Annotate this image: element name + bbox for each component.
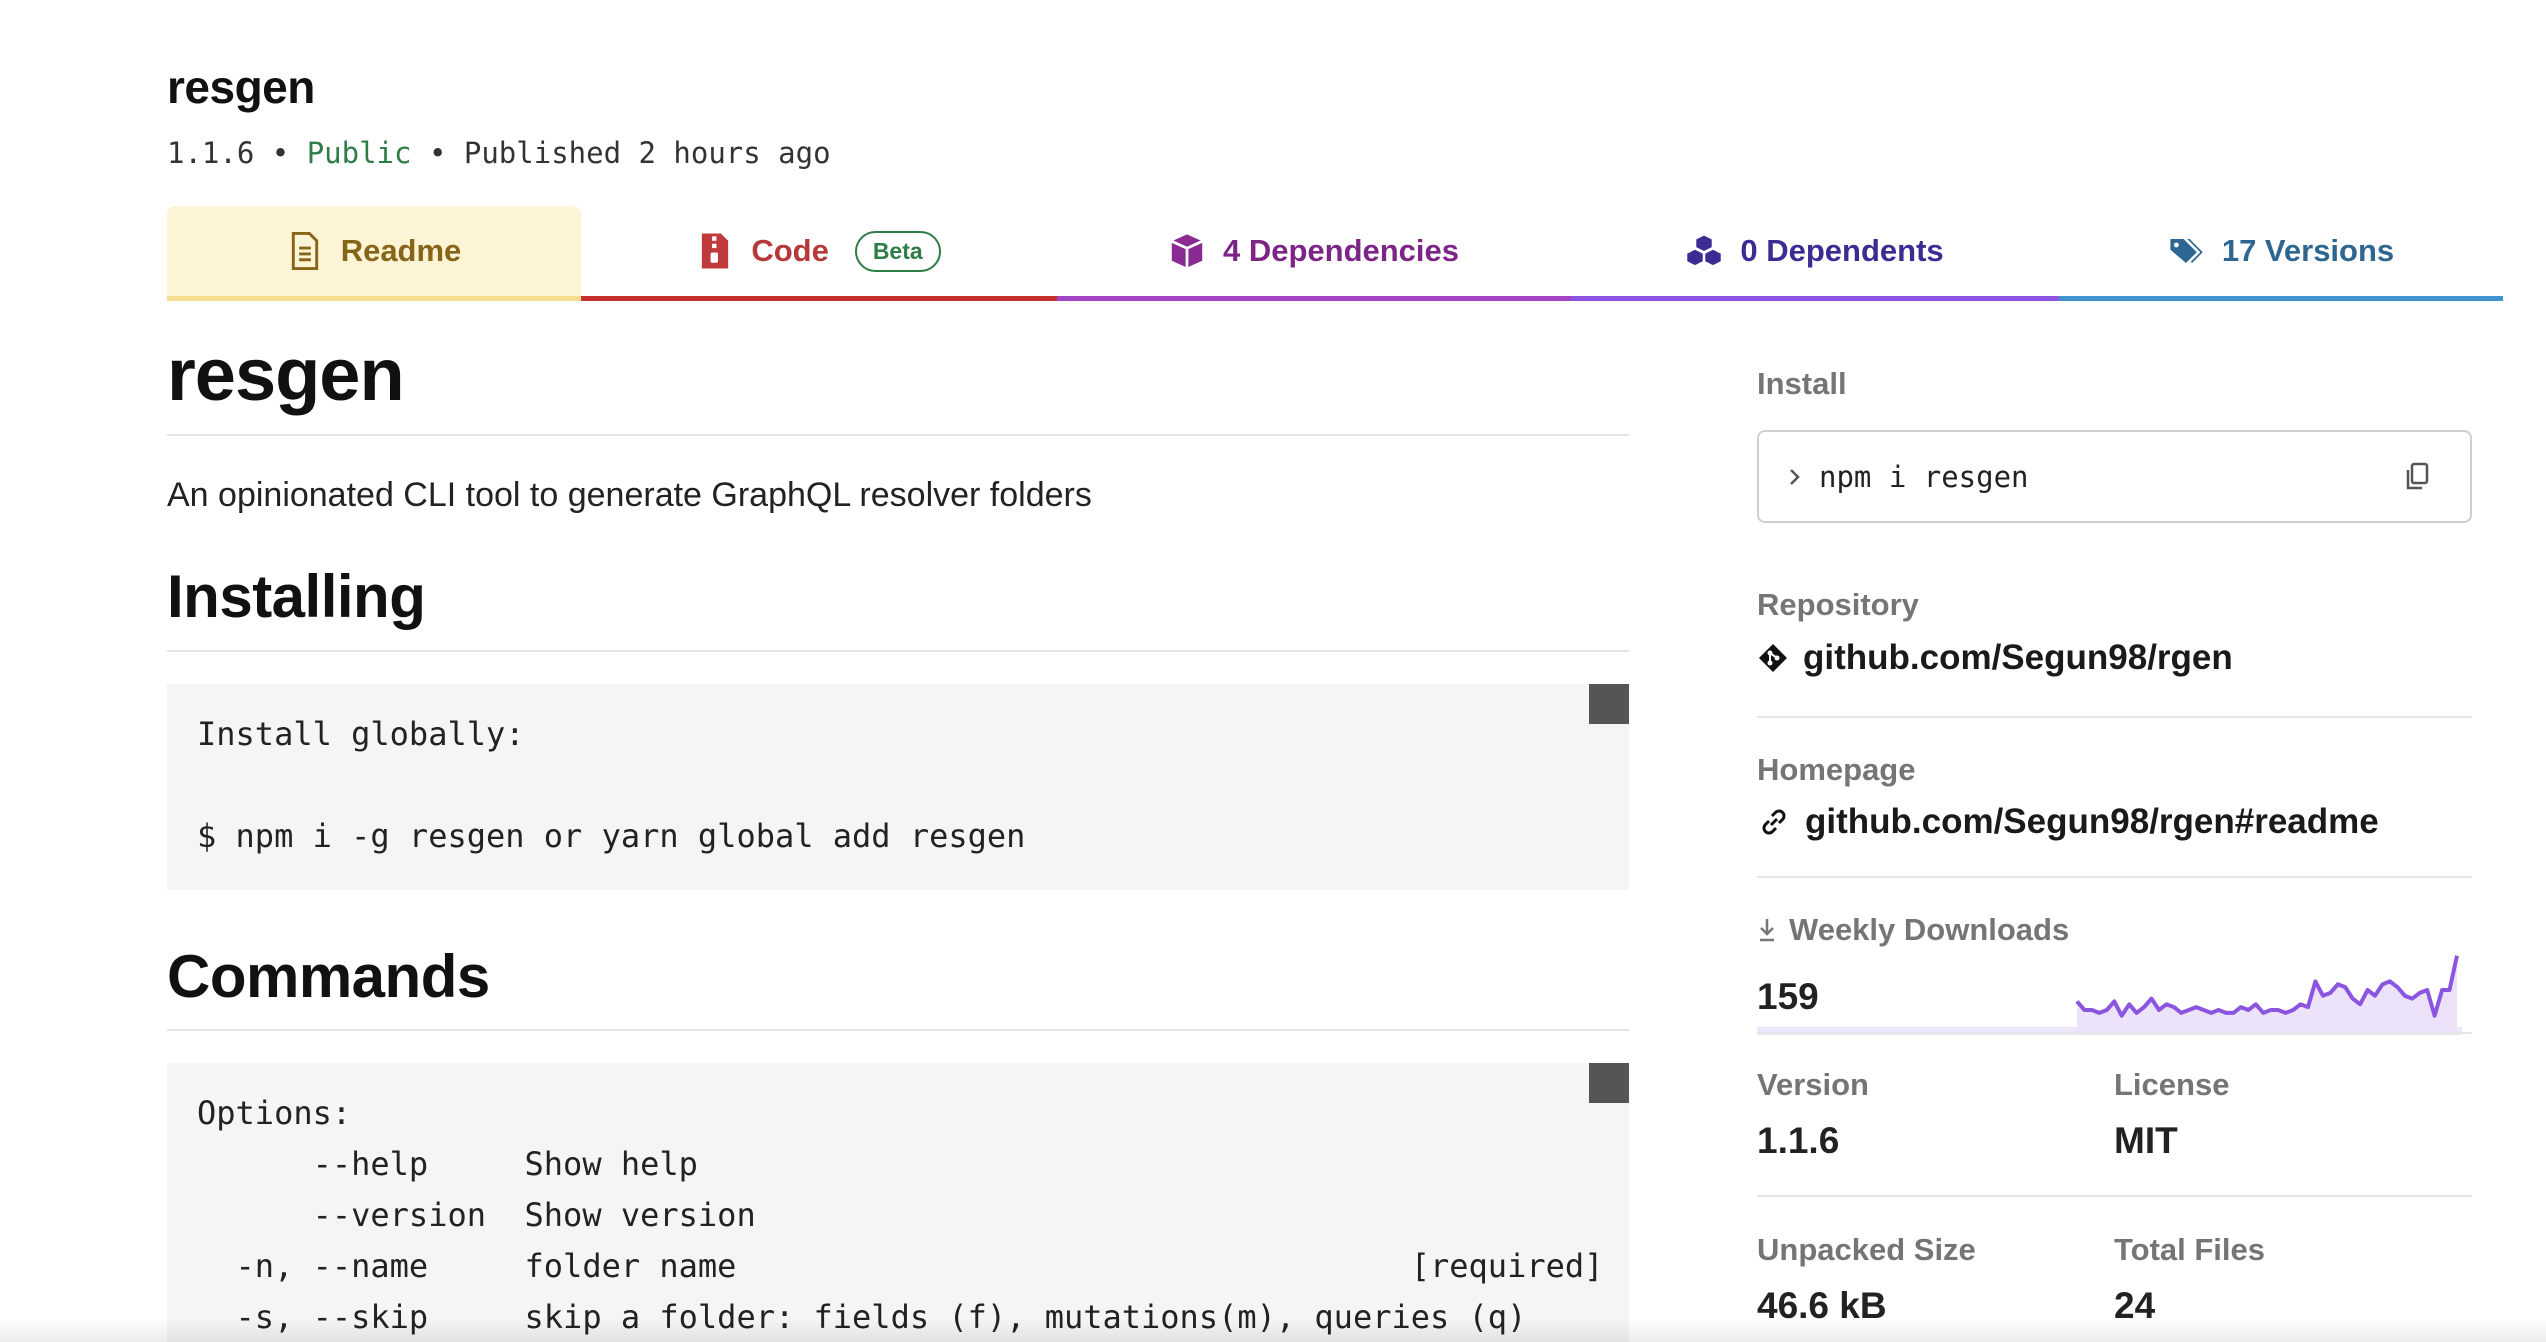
zip-file-icon [702, 233, 729, 269]
version-value: 1.1.6 [1757, 1120, 1840, 1161]
npm-package-page: resgen 1.1.6 • Public • Published 2 hour… [0, 0, 2546, 1342]
divider [1757, 716, 2472, 718]
package-meta: 1.1.6 • Public • Published 2 hours ago [167, 136, 831, 170]
git-icon [1759, 644, 1787, 672]
version-label: Version [1757, 1067, 1869, 1102]
tab-versions[interactable]: 17 Versions [2059, 206, 2503, 301]
package-name: resgen [167, 61, 315, 113]
divider [167, 434, 1629, 436]
install-command-box[interactable]: npm i resgen [1757, 430, 2472, 523]
install-command: npm i resgen [1819, 459, 2029, 494]
unpacked-size-label: Unpacked Size [1757, 1232, 1976, 1267]
weekly-downloads-label: Weekly Downloads [1789, 912, 2070, 947]
sparkline-area [2077, 955, 2457, 1035]
heading-commands: Commands [167, 943, 490, 1010]
homepage-url: github.com/Segun98/rgen#readme [1805, 802, 2379, 841]
package-tabs: Readme Code Beta 4 Dependencies 0 Depend… [167, 206, 2503, 301]
tab-readme[interactable]: Readme [167, 206, 581, 301]
install-code: Install globally: $ npm i -g resgen or y… [197, 715, 1026, 855]
boxes-icon [1687, 235, 1722, 266]
heading-installing: Installing [167, 563, 426, 630]
tab-code-label: Code [751, 233, 829, 268]
divider [1757, 1032, 2472, 1034]
meta-separator: • [428, 136, 447, 170]
divider [167, 650, 1629, 652]
divider [167, 1029, 1629, 1031]
divider [1757, 876, 2472, 878]
license-value: MIT [2114, 1120, 2178, 1161]
tab-dependencies-label: 4 Dependencies [1222, 233, 1460, 268]
link-icon [1762, 809, 1786, 835]
prompt-chevron-icon [1790, 468, 1800, 485]
repository-url: github.com/Segun98/rgen [1803, 638, 2233, 677]
tab-versions-label: 17 Versions [2221, 233, 2395, 268]
repository-label: Repository [1757, 587, 1919, 622]
tab-dependents-label: 0 Dependents [1740, 233, 1944, 268]
homepage-label: Homepage [1757, 752, 1916, 787]
tags-icon [2170, 239, 2203, 263]
weekly-downloads-header: Weekly Downloads [1757, 912, 2069, 948]
visibility-badge: Public [306, 136, 412, 170]
commands-code: Options: --help Show help --version Show… [197, 1094, 1604, 1336]
divider [1757, 1195, 2472, 1197]
document-icon [291, 232, 318, 270]
install-code-block: Install globally: $ npm i -g resgen or y… [167, 684, 1629, 890]
tab-dependents[interactable]: 0 Dependents [1571, 206, 2059, 301]
commands-code-block: Options: --help Show help --version Show… [167, 1063, 1629, 1342]
readme-title: resgen [167, 333, 405, 416]
package-version: 1.1.6 [167, 136, 255, 170]
license-label: License [2114, 1067, 2230, 1102]
meta-separator: • [271, 136, 290, 170]
repository-link[interactable]: github.com/Segun98/rgen [1757, 638, 2233, 678]
tab-code[interactable]: Code Beta [581, 206, 1057, 301]
tab-dependencies[interactable]: 4 Dependencies [1057, 206, 1571, 301]
copy-icon[interactable] [2404, 462, 2430, 492]
copy-code-button[interactable] [1589, 684, 1629, 724]
install-label: Install [1757, 366, 1847, 401]
readme-description: An opinionated CLI tool to generate Grap… [167, 476, 1092, 514]
copy-code-button[interactable] [1589, 1063, 1629, 1103]
download-icon [1760, 919, 1774, 942]
bottom-shade [0, 1318, 2546, 1342]
total-files-label: Total Files [2114, 1232, 2266, 1267]
published-time: Published 2 hours ago [463, 136, 831, 170]
tab-readme-label: Readme [340, 233, 462, 268]
downloads-sparkline [1757, 955, 2462, 1035]
beta-badge: Beta [854, 230, 941, 272]
homepage-link[interactable]: github.com/Segun98/rgen#readme [1757, 802, 2379, 842]
box-icon [1171, 234, 1203, 268]
